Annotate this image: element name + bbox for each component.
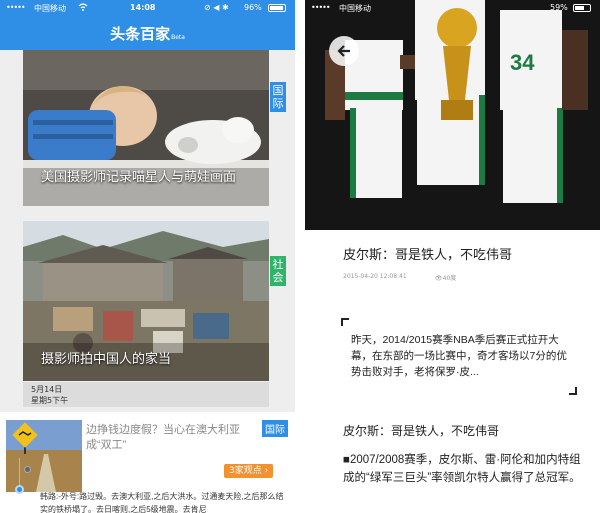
date-weekday: 星期5下午 bbox=[31, 396, 69, 405]
quote-open-mark bbox=[341, 318, 349, 326]
timeline-dot bbox=[15, 485, 24, 494]
battery-percent: 59% bbox=[550, 3, 568, 12]
status-icons: ⊘ ◀ ✱ bbox=[204, 3, 229, 12]
left-screen: ••••• 中国移动 14:08 ⊘ ◀ ✱ 96% 头条百家Beta 美国摄影… bbox=[0, 0, 295, 513]
wifi-icon bbox=[78, 2, 88, 14]
article-views: 👁40度 bbox=[435, 273, 456, 282]
article-paragraph: ■2007/2008赛季，皮尔斯、雷·阿伦和加内特组成的“绿军三巨头”率领凯尔特… bbox=[343, 454, 581, 484]
view-count: 40度 bbox=[442, 275, 457, 282]
article-date: 2015-04-20 12:08:41 bbox=[343, 273, 407, 280]
quote-text: 昨天，2014/2015赛季NBA季后赛正式拉开大幕，在东部的一场比赛中，奇才客… bbox=[351, 334, 567, 378]
category-tag-society[interactable]: 社会 bbox=[270, 256, 286, 286]
battery-percent: 96% bbox=[244, 3, 262, 12]
article-summary-quote: 昨天，2014/2015赛季NBA季后赛正式拉开大幕，在东部的一场比赛中，奇才客… bbox=[341, 318, 577, 395]
article-title: 皮尔斯：哥是铁人，不吃伟哥 bbox=[343, 247, 513, 262]
news-snippet: 韩路:-外号:路过毁。去澳大利亚,之后大洪水。过通麦天险,之后那么结实的铁桥塌了… bbox=[40, 492, 284, 513]
news-card-cat-baby[interactable]: 美国摄影师记录喵星人与萌娃画面 bbox=[23, 50, 269, 206]
app-title: 头条百家Beta bbox=[0, 23, 295, 44]
back-arrow-icon bbox=[337, 45, 350, 57]
app-header: 头条百家Beta bbox=[0, 16, 295, 50]
signal-icon: ••••• bbox=[311, 3, 331, 12]
beta-badge: Beta bbox=[171, 34, 185, 41]
timeline-date: 5月14日 星期5下午 bbox=[23, 382, 269, 407]
news-card-belongings[interactable]: 摄影师拍中国人的家当 bbox=[23, 221, 269, 381]
battery-icon bbox=[268, 4, 286, 12]
article-photo: 34 ••••• 中国移动 59% bbox=[305, 0, 600, 230]
battery-icon bbox=[573, 4, 591, 12]
article-subheading: 皮尔斯：哥是铁人，不吃伟哥 bbox=[343, 424, 500, 438]
clock: 14:08 bbox=[130, 3, 156, 12]
back-button[interactable] bbox=[329, 36, 359, 66]
right-screen: 34 ••••• 中国移动 59% 皮尔斯：哥是铁人，不吃伟哥 2015-04-… bbox=[305, 0, 600, 513]
timeline-clock-icon bbox=[24, 466, 31, 473]
celtics-trophy-photo: 34 bbox=[305, 0, 600, 230]
status-bar: ••••• 中国移动 59% bbox=[305, 0, 600, 16]
news-item[interactable]: 边挣钱边度假？当心在澳大利亚成“双工” 国际 3家观点 › 韩路:-外号:路过毁… bbox=[0, 412, 295, 513]
date-day: 5月14日 bbox=[31, 385, 63, 394]
opinions-button[interactable]: 3家观点 › bbox=[224, 464, 274, 478]
news-category-tag[interactable]: 国际 bbox=[262, 420, 288, 437]
carrier-label: 中国移动 bbox=[339, 4, 371, 13]
carrier-label: 中国移动 bbox=[34, 4, 66, 13]
category-tag-international[interactable]: 国际 bbox=[270, 82, 286, 112]
status-bar: ••••• 中国移动 14:08 ⊘ ◀ ✱ 96% bbox=[0, 0, 295, 16]
signal-icon: ••••• bbox=[6, 3, 26, 12]
news-title: 边挣钱边度假？当心在澳大利亚成“双工” bbox=[86, 424, 240, 451]
eye-icon: 👁 bbox=[435, 275, 443, 282]
timeline-line bbox=[19, 458, 20, 488]
card-title: 摄影师拍中国人的家当 bbox=[41, 351, 172, 366]
card-title: 美国摄影师记录喵星人与萌娃画面 bbox=[41, 169, 237, 184]
svg-text:34: 34 bbox=[510, 50, 535, 75]
brand-name: 头条百家 bbox=[110, 25, 171, 43]
news-thumbnail bbox=[6, 420, 82, 492]
quote-close-mark bbox=[569, 387, 577, 395]
